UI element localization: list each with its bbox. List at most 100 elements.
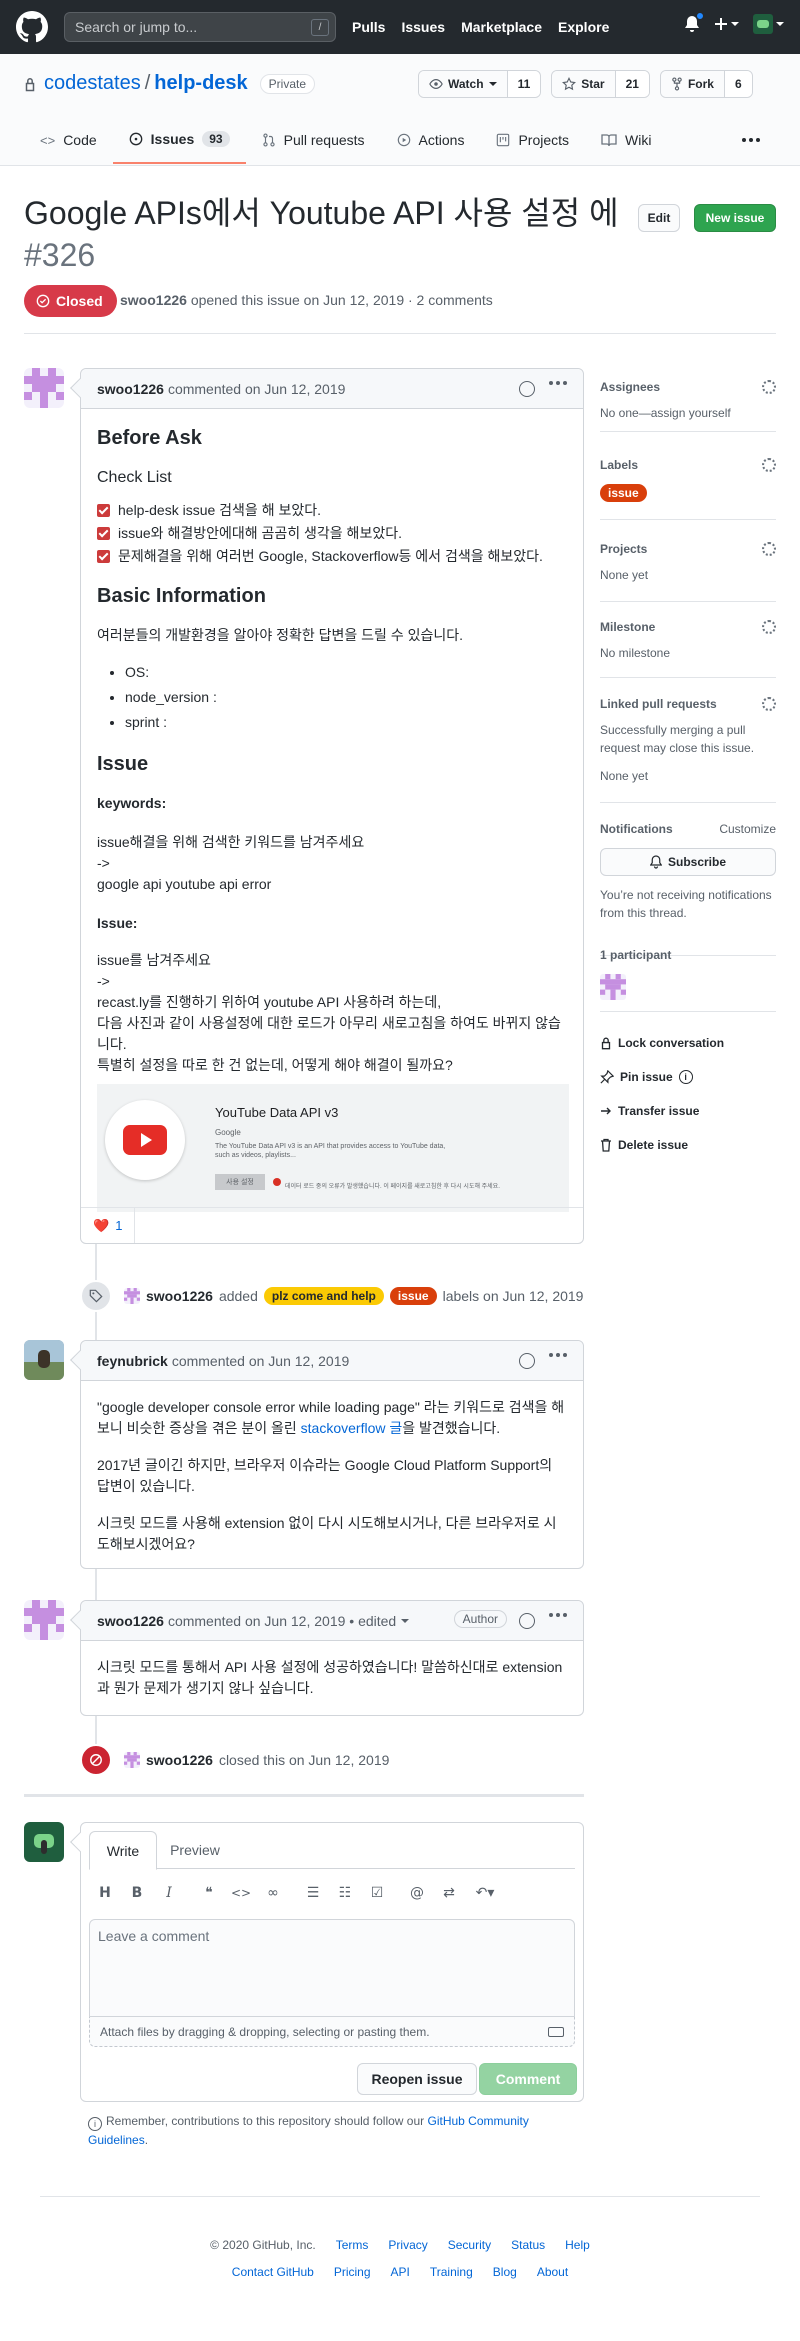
quote-icon[interactable]: ❝	[201, 1885, 217, 1901]
repo-name-link[interactable]: help-desk	[154, 72, 247, 95]
italic-icon[interactable]: I	[161, 1885, 177, 1901]
task-list-icon[interactable]: ☑	[369, 1885, 385, 1901]
label-badge-plz-come-and-help[interactable]: plz come and help	[263, 1287, 384, 1305]
comment-meta[interactable]: commented on Jun 12, 2019 • edited	[168, 1613, 396, 1629]
customize-link[interactable]: Customize	[719, 822, 776, 836]
comment-options-kebab-icon[interactable]	[549, 1353, 567, 1357]
star-button[interactable]: Star	[552, 71, 615, 97]
tab-code[interactable]: <> Code	[24, 116, 113, 164]
avatar[interactable]	[24, 1340, 64, 1380]
code-icon[interactable]: <>	[231, 1885, 251, 1901]
heart-reaction-button[interactable]: ❤️ 1	[81, 1208, 136, 1243]
gear-icon[interactable]	[762, 697, 776, 711]
fork-button[interactable]: Fork	[660, 71, 724, 97]
repo-owner-link[interactable]: codestates	[44, 72, 141, 95]
participant-avatar[interactable]	[600, 974, 626, 1000]
stackoverflow-link[interactable]: stackoverflow 글	[301, 1420, 403, 1436]
watch-count[interactable]: 11	[506, 71, 541, 97]
edit-title-button[interactable]: Edit	[638, 204, 680, 232]
footer-link-blog[interactable]: Blog	[493, 2265, 517, 2279]
saved-reply-icon[interactable]: ↶▾	[473, 1885, 497, 1901]
star-count[interactable]: 21	[614, 71, 649, 97]
footer-link-pricing[interactable]: Pricing	[334, 2265, 371, 2279]
mention-icon[interactable]: @	[409, 1885, 425, 1901]
fork-count[interactable]: 6	[723, 71, 752, 97]
add-reaction-smiley-icon[interactable]	[519, 1353, 535, 1369]
user-avatar-menu[interactable]	[753, 14, 784, 34]
footer-link-status[interactable]: Status	[511, 2238, 545, 2252]
label-badge-issue[interactable]: issue	[600, 484, 647, 502]
issue-author-link[interactable]: swoo1226	[120, 292, 187, 308]
ordered-list-icon[interactable]: ☷	[337, 1885, 353, 1901]
nav-issues[interactable]: Issues	[401, 19, 445, 35]
search-input[interactable]: Search or jump to... /	[64, 12, 336, 42]
notifications-bell-icon[interactable]	[684, 12, 704, 33]
add-reaction-smiley-icon[interactable]	[519, 1613, 535, 1629]
label-badge-issue[interactable]: issue	[389, 1287, 437, 1305]
reopen-issue-button[interactable]: Reopen issue	[357, 2063, 477, 2095]
footer-link-contact[interactable]: Contact GitHub	[232, 2265, 314, 2279]
comment-author[interactable]: swoo1226	[97, 381, 164, 397]
issue-opened-icon	[129, 132, 143, 146]
transfer-issue-link[interactable]: Transfer issue	[600, 1104, 699, 1118]
event-author-link[interactable]: swoo1226	[146, 1288, 213, 1304]
comment-button[interactable]: Comment	[479, 2063, 577, 2095]
comment-author[interactable]: feynubrick	[97, 1353, 168, 1369]
heading-icon[interactable]: H	[97, 1885, 113, 1901]
new-issue-button[interactable]: New issue	[694, 204, 776, 232]
avatar[interactable]	[24, 368, 64, 408]
footer-link-help[interactable]: Help	[565, 2238, 590, 2252]
lock-conversation-link[interactable]: Lock conversation	[600, 1036, 724, 1050]
markdown-icon[interactable]	[548, 2026, 564, 2037]
comment-textarea[interactable]: Leave a comment	[89, 1919, 575, 2017]
footer-link-api[interactable]: API	[391, 2265, 410, 2279]
delete-issue-link[interactable]: Delete issue	[600, 1138, 688, 1152]
footer-link-privacy[interactable]: Privacy	[388, 2238, 427, 2252]
nav-explore[interactable]: Explore	[558, 19, 609, 35]
tab-pull-requests[interactable]: Pull requests	[246, 116, 381, 164]
pin-issue-link[interactable]: Pin issue i	[600, 1070, 693, 1084]
unordered-list-icon[interactable]: ☰	[305, 1885, 321, 1901]
assignees-value[interactable]: No one—assign yourself	[600, 404, 776, 422]
gear-icon[interactable]	[762, 458, 776, 472]
comment-options-kebab-icon[interactable]	[549, 381, 567, 385]
subscribe-button[interactable]: Subscribe	[600, 848, 776, 876]
footer-link-training[interactable]: Training	[430, 2265, 473, 2279]
avatar[interactable]	[24, 1600, 64, 1640]
chevron-down-icon[interactable]	[401, 1618, 410, 1623]
avatar[interactable]	[124, 1288, 140, 1304]
tab-actions[interactable]: Actions	[381, 116, 481, 164]
github-logo-icon[interactable]	[16, 11, 48, 43]
tab-issues[interactable]: Issues 93	[112, 116, 246, 164]
tab-wiki[interactable]: Wiki	[585, 116, 667, 164]
footer: © 2020 GitHub, Inc. Terms Privacy Securi…	[0, 2238, 800, 2279]
cross-reference-icon[interactable]: ⇄	[441, 1885, 457, 1901]
footer-link-terms[interactable]: Terms	[336, 2238, 369, 2252]
more-tabs-kebab-icon[interactable]	[742, 116, 776, 164]
event-author-link[interactable]: swoo1226	[146, 1752, 213, 1768]
info-icon[interactable]: i	[678, 1070, 693, 1084]
tab-preview[interactable]: Preview	[157, 1831, 233, 1869]
footer-link-about[interactable]: About	[537, 2265, 568, 2279]
watch-button[interactable]: Watch	[419, 71, 507, 97]
embedded-screenshot[interactable]: YouTube Data API v3 Google The YouTube D…	[97, 1084, 569, 1212]
tab-write[interactable]: Write	[89, 1831, 157, 1870]
gear-icon[interactable]	[762, 620, 776, 634]
link-icon[interactable]: ∞	[265, 1885, 281, 1901]
bold-icon[interactable]: B	[129, 1885, 145, 1901]
tab-projects[interactable]: Projects	[480, 116, 585, 164]
create-new-plus-icon[interactable]	[714, 17, 739, 31]
gear-icon[interactable]	[762, 542, 776, 556]
checked-checkbox-icon	[97, 550, 110, 563]
file-attach-area[interactable]: Attach files by dragging & dropping, sel…	[89, 2017, 575, 2047]
code-icon: <>	[40, 132, 56, 148]
footer-link-security[interactable]: Security	[448, 2238, 491, 2252]
comment-author[interactable]: swoo1226	[97, 1613, 164, 1629]
gear-icon[interactable]	[762, 380, 776, 394]
nav-pulls[interactable]: Pulls	[352, 19, 385, 35]
avatar[interactable]	[24, 1822, 64, 1862]
add-reaction-smiley-icon[interactable]	[519, 381, 535, 397]
avatar[interactable]	[124, 1752, 140, 1768]
nav-marketplace[interactable]: Marketplace	[461, 19, 542, 35]
comment-options-kebab-icon[interactable]	[549, 1613, 567, 1617]
